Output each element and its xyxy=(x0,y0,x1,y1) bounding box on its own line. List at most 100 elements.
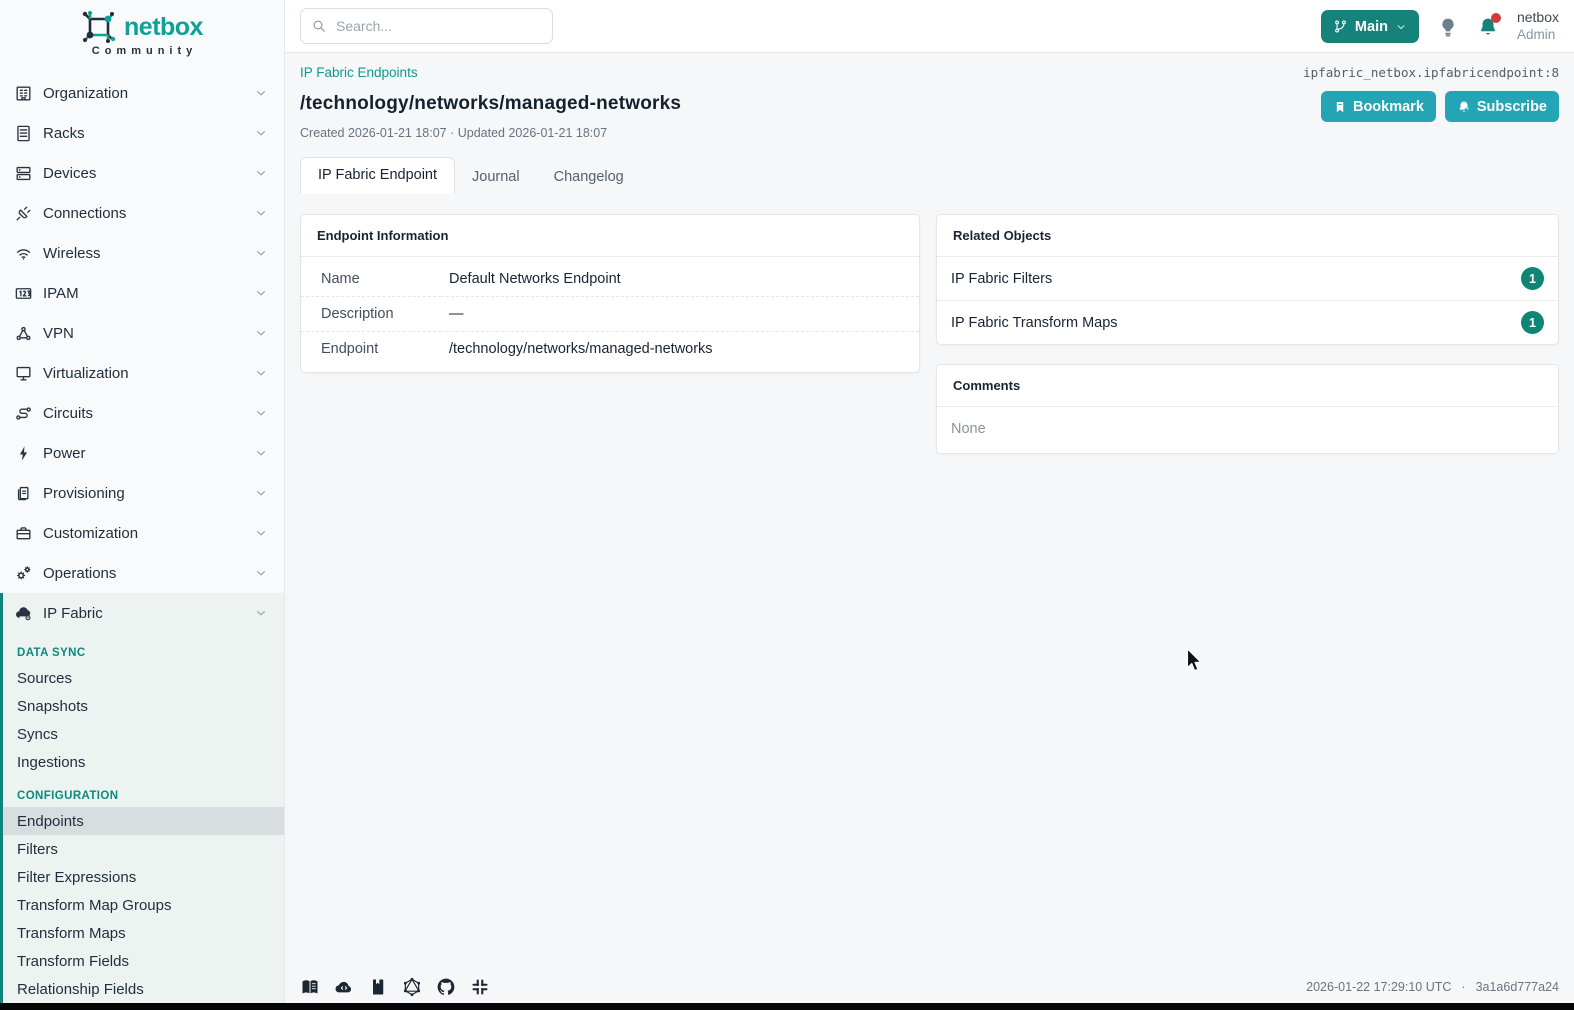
endpoint-information-card: Endpoint Information NameDefault Network… xyxy=(300,214,920,373)
sidebar-item-transform-maps[interactable]: Transform Maps xyxy=(3,919,284,947)
sidebar-item-filters[interactable]: Filters xyxy=(3,835,284,863)
sidebar-item-snapshots[interactable]: Snapshots xyxy=(3,692,284,720)
bookmark-button[interactable]: Bookmark xyxy=(1321,91,1436,122)
bookmark-label: Bookmark xyxy=(1353,99,1424,115)
briefcase-icon xyxy=(14,524,33,543)
created-updated-meta: Created 2026-01-21 18:07 · Updated 2026-… xyxy=(300,126,1559,140)
sidebar-item-connections[interactable]: Connections xyxy=(0,193,284,233)
topbar: Main netbox Admin xyxy=(285,0,1574,53)
sidebar-item-label: Virtualization xyxy=(43,365,254,382)
user-menu[interactable]: netbox Admin xyxy=(1517,9,1559,43)
sidebar-item-ingestions[interactable]: Ingestions xyxy=(3,748,284,776)
graphql-icon[interactable] xyxy=(402,977,422,997)
card-title: Comments xyxy=(937,365,1558,407)
logo-subtitle: Community xyxy=(0,45,284,57)
sidebar-item-operations[interactable]: Operations xyxy=(0,553,284,593)
sidebar-item-vpn[interactable]: VPN xyxy=(0,313,284,353)
bolt-icon xyxy=(14,444,33,463)
sidebar-item-transform-map-groups[interactable]: Transform Map Groups xyxy=(3,891,284,919)
sidebar-item-label: Operations xyxy=(43,565,254,582)
card-title: Endpoint Information xyxy=(301,215,919,257)
chevron-down-icon xyxy=(254,126,268,140)
footer-build-id: 3a1a6d777a24 xyxy=(1476,980,1559,994)
netbox-logo[interactable]: netbox Community xyxy=(0,0,284,59)
sidebar-item-ipam[interactable]: IPAM xyxy=(0,273,284,313)
subscribe-button[interactable]: Subscribe xyxy=(1445,91,1559,122)
sidebar-item-devices[interactable]: Devices xyxy=(0,153,284,193)
info-row: Description— xyxy=(301,297,919,332)
bell-plus-icon xyxy=(1457,100,1471,114)
chevron-down-icon xyxy=(254,286,268,300)
page-title: /technology/networks/managed-networks xyxy=(300,93,681,115)
submenu-section: DATA SYNCSourcesSnapshotsSyncsIngestions xyxy=(3,633,284,776)
theme-toggle-button[interactable] xyxy=(1437,16,1459,38)
sidebar-item-label: Circuits xyxy=(43,405,254,422)
branch-selector-button[interactable]: Main xyxy=(1321,10,1419,43)
info-row-label: Description xyxy=(301,297,441,332)
api-docs-icon[interactable] xyxy=(368,977,388,997)
sidebar-item-ip-fabric[interactable]: IP Fabric xyxy=(3,593,284,633)
tab-changelog[interactable]: Changelog xyxy=(537,160,641,194)
sidebar-item-organization[interactable]: Organization xyxy=(0,73,284,113)
bookmark-icon xyxy=(1333,100,1347,114)
info-row-value: /technology/networks/managed-networks xyxy=(441,332,919,367)
screen-edge-bar xyxy=(0,1003,1574,1010)
info-row-label: Name xyxy=(301,262,441,297)
sidebar-item-wireless[interactable]: Wireless xyxy=(0,233,284,273)
docs-icon[interactable] xyxy=(300,977,320,997)
search-box[interactable] xyxy=(300,8,553,44)
ipfabric-section: IP Fabric DATA SYNCSourcesSnapshotsSyncs… xyxy=(0,593,284,1003)
sidebar-item-label: Power xyxy=(43,445,254,462)
tab-ip-fabric-endpoint[interactable]: IP Fabric Endpoint xyxy=(300,157,455,194)
search-input[interactable] xyxy=(336,18,542,34)
sidebar-item-label: Customization xyxy=(43,525,254,542)
sidebar-item-label: Racks xyxy=(43,125,254,142)
wifi-icon xyxy=(14,244,33,263)
breadcrumb[interactable]: IP Fabric Endpoints xyxy=(300,65,418,80)
sidebar-item-circuits[interactable]: Circuits xyxy=(0,393,284,433)
chevron-down-icon xyxy=(254,166,268,180)
info-row-label: Endpoint xyxy=(301,332,441,367)
network-nodes-icon xyxy=(14,324,33,343)
count-badge: 1 xyxy=(1521,311,1544,334)
sidebar-item-filter-expressions[interactable]: Filter Expressions xyxy=(3,863,284,891)
related-objects-card: Related Objects IP Fabric Filters1IP Fab… xyxy=(936,214,1559,345)
sidebar-item-racks[interactable]: Racks xyxy=(0,113,284,153)
sidebar-item-virtualization[interactable]: Virtualization xyxy=(0,353,284,393)
notifications-button[interactable] xyxy=(1477,16,1499,38)
tab-journal[interactable]: Journal xyxy=(455,160,537,194)
count-badge: 1 xyxy=(1521,267,1544,290)
related-object-row[interactable]: IP Fabric Filters1 xyxy=(937,257,1558,300)
related-object-row[interactable]: IP Fabric Transform Maps1 xyxy=(937,300,1558,344)
sidebar-item-label: Connections xyxy=(43,205,254,222)
sidebar-item-customization[interactable]: Customization xyxy=(0,513,284,553)
sidebar-item-power[interactable]: Power xyxy=(0,433,284,473)
page-footer: 2026-01-22 17:29:10 UTC · 3a1a6d777a24 xyxy=(300,977,1559,997)
sidebar-item-label: Wireless xyxy=(43,245,254,262)
user-role: Admin xyxy=(1517,27,1559,44)
chevron-down-icon xyxy=(254,406,268,420)
chevron-down-icon xyxy=(254,366,268,380)
user-name: netbox xyxy=(1517,9,1559,27)
ip-numbers-icon xyxy=(14,284,33,303)
sidebar-item-provisioning[interactable]: Provisioning xyxy=(0,473,284,513)
sidebar-item-syncs[interactable]: Syncs xyxy=(3,720,284,748)
page-content: IP Fabric Endpoints ipfabric_netbox.ipfa… xyxy=(285,53,1574,1010)
documents-icon xyxy=(14,484,33,503)
chevron-down-icon xyxy=(1395,21,1407,33)
sidebar-item-endpoints[interactable]: Endpoints xyxy=(3,807,284,835)
ipfabric-submenu: DATA SYNCSourcesSnapshotsSyncsIngestions… xyxy=(3,633,284,1003)
lightbulb-icon xyxy=(1437,16,1459,38)
rest-api-icon[interactable] xyxy=(334,977,354,997)
sidebar-item-relationship-fields[interactable]: Relationship Fields xyxy=(3,975,284,1003)
sidebar-item-sources[interactable]: Sources xyxy=(3,664,284,692)
comments-body: None xyxy=(937,407,1558,453)
sidebar-item-label: Provisioning xyxy=(43,485,254,502)
chevron-down-icon xyxy=(254,86,268,100)
footer-separator: · xyxy=(1461,980,1465,994)
tab-bar: IP Fabric EndpointJournalChangelog xyxy=(300,157,1559,194)
sidebar-item-transform-fields[interactable]: Transform Fields xyxy=(3,947,284,975)
chevron-down-icon xyxy=(254,486,268,500)
community-icon[interactable] xyxy=(470,977,490,997)
github-icon[interactable] xyxy=(436,977,456,997)
